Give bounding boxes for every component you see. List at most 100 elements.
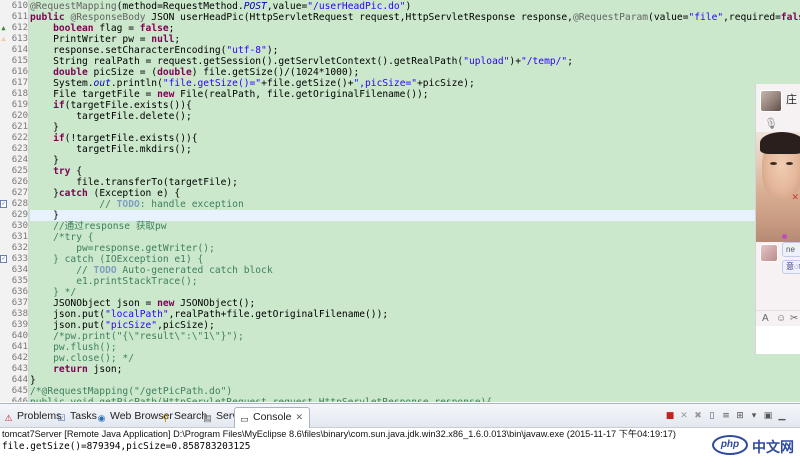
chat-toolbar: A ☺ ✂ xyxy=(756,310,800,326)
chat-window[interactable]: 庄 🎙 ✕ ne 意ः A ☺ ✂ xyxy=(755,84,800,354)
code-line[interactable]: try { xyxy=(30,166,800,177)
code-line[interactable]: pw.flush(); xyxy=(30,342,800,353)
close-icon[interactable]: ✕ xyxy=(296,412,304,422)
code-token: @RequestMapping xyxy=(30,1,117,12)
code-line[interactable]: //通过response 获取pw xyxy=(30,221,800,232)
line-number-gutter: ▲ ⚠ ✓ ✓ 610 611 612 613 614 615 616 617 618 619 620 62… xyxy=(0,0,29,402)
video-eye xyxy=(770,162,777,165)
code-line[interactable]: } xyxy=(30,375,800,386)
code-line[interactable]: response.setCharacterEncoding("utf-8"); xyxy=(30,45,800,56)
code-line[interactable]: } catch (IOException e1) { xyxy=(30,254,800,265)
mic-icon[interactable]: 🎙 xyxy=(764,117,778,130)
code-token: ) file.getSize()/(1024*1000); xyxy=(191,67,360,78)
code-token: out xyxy=(93,78,111,89)
code-token: /*@RequestMapping("/getPicPath.do") xyxy=(30,386,233,397)
contact-avatar[interactable] xyxy=(760,90,782,112)
clear-console-icon[interactable]: ▯ xyxy=(706,410,718,422)
code-line[interactable]: pw=response.getWriter(); xyxy=(30,243,800,254)
code-line[interactable]: } */ xyxy=(30,287,800,298)
code-token: "/temp/" xyxy=(520,56,568,67)
code-token: } xyxy=(30,155,59,166)
line-number: 611 xyxy=(11,12,28,22)
code-line[interactable]: json.put("picSize",picSize); xyxy=(30,320,800,331)
emoji-icon[interactable]: ☺ xyxy=(776,313,786,324)
code-line[interactable]: JSONObject json = new JSONObject(); xyxy=(30,298,800,309)
code-line[interactable]: PrintWriter pw = null; xyxy=(30,34,800,45)
code-line[interactable]: pw.close(); */ xyxy=(30,353,800,364)
code-token: catch xyxy=(58,188,88,199)
code-line[interactable]: if(targetFile.exists()){ xyxy=(30,100,800,111)
code-token: boolean xyxy=(53,23,94,34)
code-line[interactable]: }catch (Exception e) { xyxy=(30,188,800,199)
servers-icon: ▤ xyxy=(203,413,212,423)
code-line[interactable]: if(!targetFile.exists()){ xyxy=(30,133,800,144)
code-token: false xyxy=(780,12,800,23)
code-line[interactable]: @RequestMapping(method=RequestMethod.POS… xyxy=(30,1,800,12)
scissors-icon[interactable]: ✂ xyxy=(790,313,798,324)
watermark: php 中文网 xyxy=(712,432,798,460)
code-line[interactable]: boolean flag = false; xyxy=(30,23,800,34)
code-line[interactable]: targetFile.mkdirs(); xyxy=(30,144,800,155)
remove-all-icon[interactable]: ✖ xyxy=(692,410,704,422)
code-line[interactable]: System.out.println("file.getSize()="+fil… xyxy=(30,78,800,89)
code-token: response.setCharacterEncoding( xyxy=(30,45,227,56)
tasks-icon: ☑ xyxy=(57,413,66,423)
console-output: file.getSize()=879394,picSize=0.85878320… xyxy=(2,441,251,452)
code-line[interactable]: return json; xyxy=(30,364,800,375)
tab-console[interactable]: ▭ Console ✕ xyxy=(234,407,311,428)
code-line[interactable]: /*try { xyxy=(30,232,800,243)
code-line[interactable]: e1.printStackTrace(); xyxy=(30,276,800,287)
tab-search[interactable]: ⚲ Search xyxy=(160,408,207,425)
code-line[interactable]: public @ResponseBody JSON userHeadPic(Ht… xyxy=(30,12,800,23)
current-code-line[interactable]: } xyxy=(30,210,800,221)
line-number: 631 xyxy=(11,232,28,242)
code-line[interactable]: json.put("localPath",realPath+file.getOr… xyxy=(30,309,800,320)
tab-problems[interactable]: ⚠ Problems xyxy=(3,408,61,425)
line-number: 619 xyxy=(11,100,28,110)
terminate-icon[interactable]: ■ xyxy=(664,410,676,422)
line-number: 624 xyxy=(11,155,28,165)
display-console-icon[interactable]: ▾ xyxy=(748,410,760,422)
console-icon: ▭ xyxy=(240,414,249,424)
remove-launch-icon[interactable]: ✕ xyxy=(678,410,690,422)
message-bubble: 意ः xyxy=(782,260,800,274)
chat-input[interactable] xyxy=(756,326,800,354)
code-line[interactable]: public void getPicPath(HttpServletReques… xyxy=(30,397,800,402)
code-token: ; xyxy=(174,34,181,45)
code-line[interactable]: } xyxy=(30,122,800,133)
code-token: targetFile.delete(); xyxy=(30,111,192,122)
code-line[interactable]: File targetFile = new File(realPath, fil… xyxy=(30,89,800,100)
font-icon[interactable]: A xyxy=(762,313,769,324)
code-line[interactable]: String realPath = request.getSession().g… xyxy=(30,56,800,67)
scroll-lock-icon[interactable]: ≡ xyxy=(720,410,732,422)
open-console-icon[interactable]: ▣ xyxy=(762,410,774,422)
code-line[interactable]: targetFile.delete(); xyxy=(30,111,800,122)
code-token: : handle exception xyxy=(139,199,244,210)
code-token: File(realPath, file.getOriginalFilename(… xyxy=(174,89,429,100)
code-line[interactable]: /*@RequestMapping("/getPicPath.do") xyxy=(30,386,800,397)
code-token: null xyxy=(151,34,175,45)
code-token: JSONObject(); xyxy=(174,298,256,309)
tab-tasks[interactable]: ☑ Tasks xyxy=(56,408,96,425)
code-line[interactable]: } xyxy=(30,155,800,166)
code-line[interactable]: // TODO Auto-generated catch block xyxy=(30,265,800,276)
code-line[interactable]: /*pw.print("{\"result\":\"1\"}"); xyxy=(30,331,800,342)
video-close-icon[interactable]: ✕ xyxy=(791,192,799,203)
line-number: 642 xyxy=(11,353,28,363)
code-area[interactable]: @RequestMapping(method=RequestMethod.POS… xyxy=(30,0,800,402)
code-line[interactable]: double picSize = (double) file.getSize()… xyxy=(30,67,800,78)
code-line[interactable]: // TODO: handle exception xyxy=(30,199,800,210)
code-line[interactable]: file.transferTo(targetFile); xyxy=(30,177,800,188)
minimize-icon[interactable]: ▁ xyxy=(776,410,788,422)
code-editor[interactable]: ▲ ⚠ ✓ ✓ 610 611 612 613 614 615 616 617 618 619 620 62… xyxy=(0,0,800,402)
code-token: TODO xyxy=(116,199,140,210)
pin-icon[interactable]: ⊞ xyxy=(734,410,746,422)
code-token: public void getPicPath(HttpServletReques… xyxy=(30,397,492,402)
line-number: 636 xyxy=(11,287,28,297)
console-output-area[interactable]: file.getSize()=879394,picSize=0.85878320… xyxy=(0,441,800,466)
